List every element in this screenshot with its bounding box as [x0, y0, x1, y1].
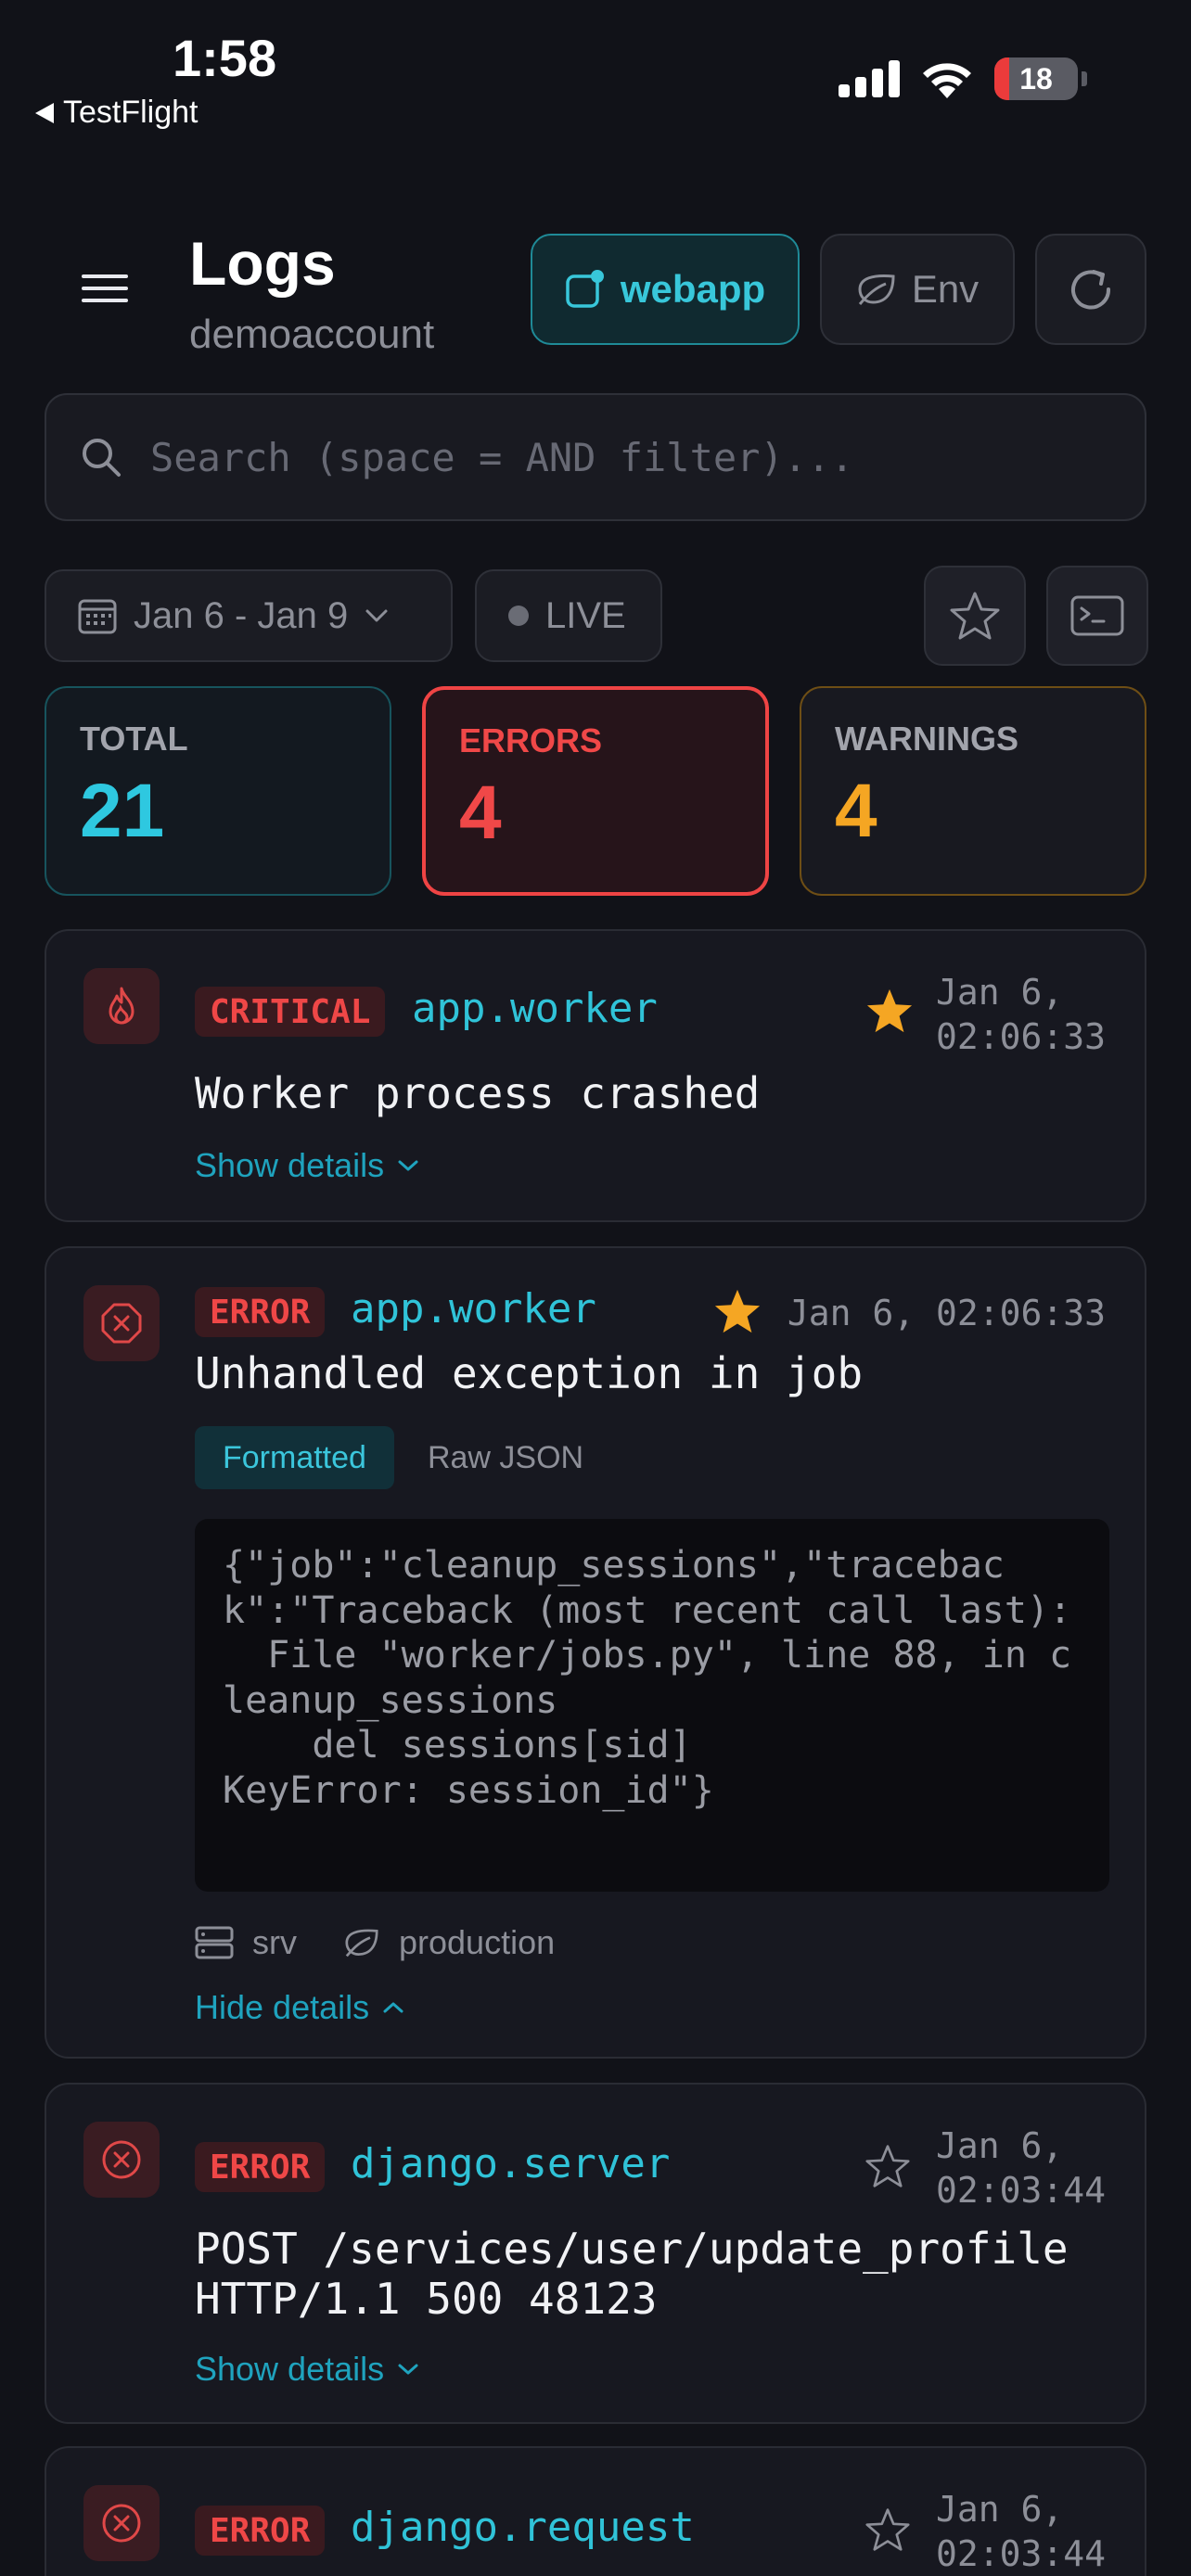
log-payload-code: {"job":"cleanup_sessions","traceback":"T…	[195, 1519, 1109, 1892]
log-message: POST /services/user/update_profile HTTP/…	[195, 2224, 1069, 2324]
back-label: TestFlight	[63, 95, 198, 130]
log-source[interactable]: django.server	[351, 2140, 670, 2187]
errors-value: 4	[459, 771, 502, 855]
env-selector-label: Env	[911, 267, 980, 311]
error-x-icon	[83, 2485, 160, 2561]
live-label: LIVE	[545, 594, 626, 636]
total-value: 21	[80, 769, 165, 853]
level-badge: CRITICAL	[195, 987, 386, 1037]
total-stat-card[interactable]: TOTAL 21	[45, 686, 391, 896]
back-to-testflight[interactable]: TestFlight	[35, 95, 198, 131]
status-icons: 18	[839, 57, 1087, 100]
live-toggle[interactable]: LIVE	[475, 569, 662, 662]
log-timestamp: Jan 6, 02:06:33	[787, 1293, 1106, 1333]
tab-formatted[interactable]: Formatted	[195, 1426, 394, 1489]
level-badge: ERROR	[195, 2142, 326, 2192]
star-filled-icon[interactable]	[712, 1287, 762, 1335]
errors-label: ERRORS	[459, 721, 603, 759]
chevron-down-icon	[398, 2364, 418, 2375]
wifi-icon	[923, 63, 971, 98]
page-title: Logs	[189, 229, 336, 298]
error-x-icon	[83, 2122, 160, 2198]
star-outline-icon[interactable]	[864, 2144, 911, 2188]
log-source[interactable]: app.worker	[351, 1285, 596, 1333]
tab-raw-json[interactable]: Raw JSON	[400, 1426, 611, 1489]
search-input[interactable]	[150, 434, 1078, 480]
log-source[interactable]: app.worker	[412, 985, 658, 1032]
chevron-down-icon	[365, 609, 388, 622]
refresh-button[interactable]	[1035, 234, 1146, 345]
flame-icon	[83, 968, 160, 1044]
terminal-view-button[interactable]	[1046, 566, 1148, 666]
terminal-icon	[1070, 595, 1124, 636]
log-message: Worker process crashed	[195, 1068, 761, 1118]
level-badge: ERROR	[195, 2506, 326, 2556]
show-details-toggle[interactable]: Show details	[195, 1146, 419, 1185]
log-timestamp: Jan 6, 02:03:44	[935, 2125, 1106, 2211]
calendar-icon	[78, 599, 117, 634]
star-filled-icon[interactable]	[864, 987, 915, 1035]
warnings-stat-card[interactable]: WARNINGS 4	[800, 686, 1146, 896]
log-entry[interactable]: CRITICAL app.worker Jan 6, 02:06:33 Work…	[45, 929, 1146, 1222]
log-message: Unhandled exception in job	[195, 1348, 864, 1398]
date-range-picker[interactable]: Jan 6 - Jan 9	[45, 569, 453, 662]
error-x-icon	[83, 1285, 160, 1361]
leaf-icon	[858, 274, 895, 305]
hide-details-toggle[interactable]: Hide details	[195, 1988, 404, 2027]
log-entry[interactable]: ERROR django.request Jan 6, 02:03:44	[45, 2446, 1146, 2576]
meta-host: srv	[252, 1923, 297, 1961]
log-entry-expanded[interactable]: ERROR app.worker Jan 6, 02:06:33 Unhandl…	[45, 1246, 1146, 2059]
battery-indicator: 18	[994, 57, 1078, 100]
log-source[interactable]: django.request	[351, 2504, 695, 2551]
star-outline-icon[interactable]	[864, 2507, 911, 2552]
chevron-up-icon	[383, 2002, 403, 2013]
warnings-label: WARNINGS	[835, 720, 1018, 758]
account-name: demoaccount	[189, 312, 435, 357]
hamburger-menu-icon[interactable]	[82, 274, 128, 302]
favorites-filter-button[interactable]	[924, 566, 1026, 666]
status-time: 1:58	[173, 29, 277, 87]
leaf-icon	[345, 1929, 378, 1958]
log-timestamp: Jan 6, 02:03:44	[935, 2489, 1106, 2574]
meta-env: production	[399, 1923, 556, 1961]
total-label: TOTAL	[80, 720, 188, 758]
search-icon	[83, 439, 121, 477]
app-window-icon	[566, 270, 604, 308]
cellular-signal-icon	[839, 60, 900, 97]
refresh-icon	[1071, 270, 1111, 310]
log-timestamp: Jan 6, 02:06:33	[935, 972, 1106, 1057]
date-range-label: Jan 6 - Jan 9	[134, 594, 349, 636]
app-selector-button[interactable]: webapp	[531, 234, 800, 345]
back-triangle-icon	[35, 102, 54, 123]
errors-stat-card[interactable]: ERRORS 4	[422, 686, 769, 896]
warnings-value: 4	[835, 769, 877, 853]
chevron-down-icon	[398, 1160, 418, 1171]
app-selector-label: webapp	[620, 267, 766, 311]
level-badge: ERROR	[195, 1287, 326, 1337]
live-status-dot	[508, 606, 529, 626]
server-icon	[195, 1926, 234, 1959]
search-bar[interactable]	[45, 393, 1146, 521]
log-meta: srv production	[195, 1923, 583, 1962]
star-outline-icon	[950, 592, 1000, 640]
detail-view-tabs: Formatted Raw JSON	[195, 1426, 611, 1489]
show-details-toggle[interactable]: Show details	[195, 2350, 419, 2389]
env-selector-button[interactable]: Env	[820, 234, 1015, 345]
log-entry[interactable]: ERROR django.server Jan 6, 02:03:44 POST…	[45, 2083, 1146, 2424]
